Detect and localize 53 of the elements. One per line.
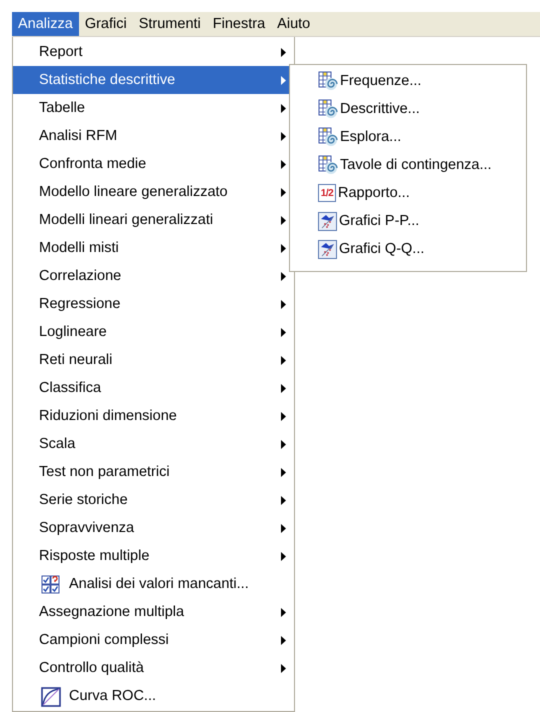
ratio-icon: 1/2 (318, 184, 336, 202)
menu-bar-item[interactable]: Analizza (12, 12, 79, 36)
menu-item[interactable]: Controllo qualità (13, 654, 294, 682)
submenu-arrow-icon (281, 48, 286, 56)
submenu-arrow-icon (281, 440, 286, 448)
submenu-arrow-icon (281, 160, 286, 168)
menu-item[interactable]: Assegnazione multipla (13, 598, 294, 626)
submenu-arrow-icon (281, 104, 286, 112)
submenu-arrow-icon (281, 356, 286, 364)
submenu-arrow-icon (281, 496, 286, 504)
table-spiral-icon (318, 155, 338, 175)
submenu-arrow-icon (281, 412, 286, 420)
menu-item[interactable]: Curva ROC... (13, 682, 294, 710)
submenu-arrow-icon (281, 76, 286, 84)
menu-bar-item[interactable]: Aiuto (271, 12, 316, 36)
curve-chart-icon (41, 687, 61, 707)
submenu-arrow-icon (281, 244, 286, 252)
submenu-arrow-icon (281, 608, 286, 616)
menu-item[interactable]: Serie storiche (13, 486, 294, 514)
table-spiral-icon (318, 127, 338, 147)
submenu-arrow-icon (281, 300, 286, 308)
submenu-arrow-icon (281, 552, 286, 560)
menu-item[interactable]: Classifica (13, 374, 294, 402)
table-spiral-icon (318, 99, 338, 119)
submenu-arrow-icon (281, 524, 286, 532)
submenu-arrow-icon (281, 132, 286, 140)
menu-item[interactable]: Report (13, 38, 294, 66)
plot-icon (318, 212, 337, 230)
menu-bar-item[interactable]: Finestra (206, 12, 272, 36)
plot-icon (318, 240, 337, 258)
submenu-arrow-icon (281, 468, 286, 476)
menu-item[interactable]: Analisi dei valori mancanti... (13, 570, 294, 598)
menu-item[interactable]: Scala (13, 430, 294, 458)
submenu-arrow-icon (281, 216, 286, 224)
menu-bar-item[interactable]: Strumenti (132, 12, 207, 36)
menu-item[interactable]: Sopravvivenza (13, 514, 294, 542)
menu-item[interactable]: Loglineare (13, 318, 294, 346)
table-spiral-icon (318, 71, 338, 91)
submenu-arrow-icon (281, 664, 286, 672)
submenu-arrow-icon (281, 188, 286, 196)
submenu-arrow-icon (281, 328, 286, 336)
menu-item[interactable]: Reti neurali (13, 346, 294, 374)
menu-item[interactable]: Correlazione (13, 262, 294, 290)
menu-item[interactable]: Risposte multiple (13, 542, 294, 570)
menu-item[interactable]: Riduzioni dimensione (13, 402, 294, 430)
submenu-arrow-icon (281, 384, 286, 392)
menu-item[interactable]: Test non parametrici (13, 458, 294, 486)
checkbox-grid-icon (41, 575, 61, 595)
menu-item[interactable]: Regressione (13, 290, 294, 318)
menu-bar-item[interactable]: Grafici (78, 12, 133, 36)
submenu-arrow-icon (281, 272, 286, 280)
submenu-arrow-icon (281, 636, 286, 644)
menu-item[interactable]: Campioni complessi (13, 626, 294, 654)
